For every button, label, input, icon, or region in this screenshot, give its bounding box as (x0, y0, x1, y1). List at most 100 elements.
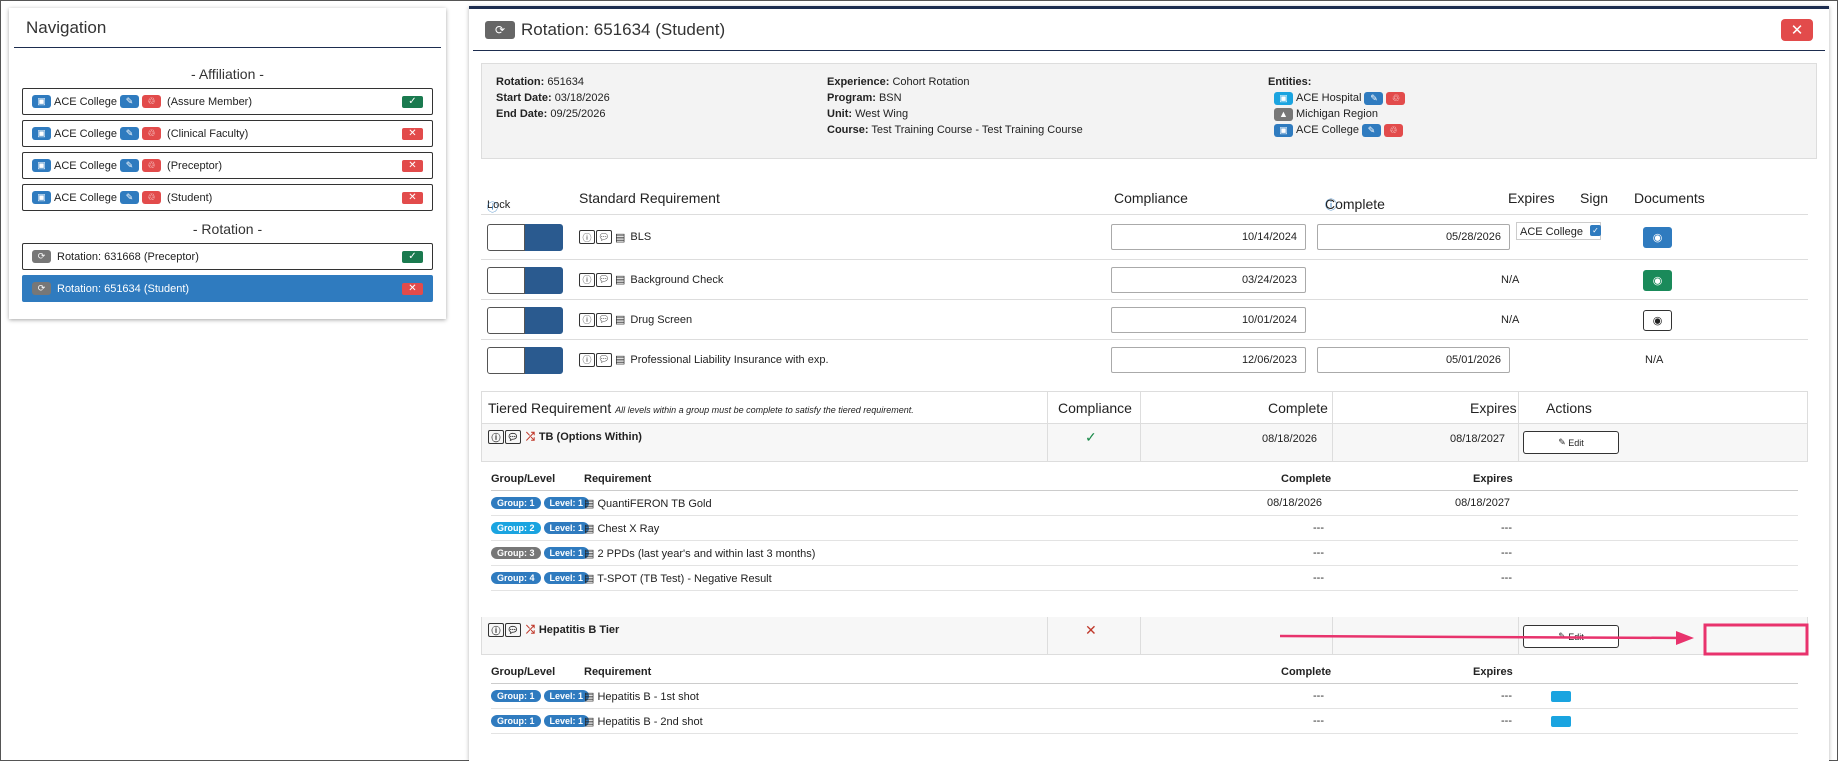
edit-icon[interactable]: ✎ (120, 95, 140, 108)
sub-row: Group: 1 Level: 1 ▤ Hepatitis B - 2nd shot… (491, 709, 1798, 734)
course-value: Test Training Course - Test Training Cou… (871, 124, 1083, 136)
lock-yes-button[interactable] (487, 224, 525, 251)
info-icon[interactable]: ⓘ (487, 199, 498, 215)
sub-complete-header: Complete (1281, 473, 1332, 485)
complete-date-input[interactable]: 12/06/2023 (1111, 346, 1306, 373)
info-icon[interactable]: ⓘ (579, 230, 595, 244)
affiliation-item[interactable]: ▣ ACE College ✎ ♲ (Preceptor) ✕ (22, 152, 433, 179)
sign-checkbox[interactable]: ✓ (1590, 225, 1601, 236)
sub-expires-header: Expires (1473, 473, 1513, 485)
x-icon: ✕ (402, 282, 423, 295)
navigation-title: Navigation (14, 8, 441, 48)
rotation-info-col2: Experience: Cohort Rotation Program: BSN… (827, 74, 1083, 138)
sub-requirement: ▤ T-SPOT (TB Test) - Negative Result (584, 573, 772, 585)
requirement-cell: ⓘ 💬︎ ▤ BLS (579, 230, 651, 244)
upload-document-button[interactable] (1551, 691, 1571, 702)
affiliation-item[interactable]: ▣ ACE College ✎ ♲ (Clinical Faculty) ✕ (22, 120, 433, 147)
documents-value: N/A (1645, 353, 1664, 366)
hospital-icon: ▣ (1274, 91, 1293, 105)
group-pill: Group: 1 (491, 690, 541, 702)
affiliation-item[interactable]: ▣ ACE College ✎ ♲ (Assure Member) ✓ (22, 88, 433, 115)
expires-date-input[interactable]: 05/01/2026 (1317, 346, 1510, 373)
tier-row: ⓘ 💬︎ ⤮ TB (Options Within) ✓ 08/18/2026 08/18/… (481, 424, 1808, 462)
rotation-item[interactable]: ⟳ Rotation: 651634 (Student) ✕ (22, 275, 433, 302)
info-icon[interactable]: ⓘ (579, 352, 595, 367)
info-icon[interactable]: ⓘ (1325, 196, 1337, 213)
complete-date-input[interactable]: 10/14/2024 (1111, 224, 1306, 250)
lock-yes-button[interactable] (487, 306, 525, 334)
info-icon[interactable]: ⓘ (488, 623, 504, 637)
rotation-id: 651634 (547, 76, 585, 88)
info-icon[interactable]: ⓘ (579, 312, 595, 327)
lock-no-button[interactable] (525, 266, 563, 294)
alert-icon[interactable]: ♲ (1384, 123, 1404, 137)
requirement-cell: ⓘ 💬︎ ▤ Professional Liability Insurance wit… (579, 352, 829, 367)
rotation-item[interactable]: ⟳ Rotation: 631668 (Preceptor) ✓ (22, 243, 433, 270)
affiliation-list: ▣ ACE College ✎ ♲ (Assure Member) ✓ ▣ ACE Coll… (9, 88, 446, 211)
comment-icon[interactable]: 💬︎ (505, 430, 521, 444)
sub-complete-header: Complete (1281, 666, 1332, 678)
sign-field: ACE College ✓ (1516, 222, 1601, 240)
edit-icon[interactable]: ✎ (1364, 91, 1384, 105)
alert-icon[interactable]: ♲ (1386, 91, 1406, 105)
lock-yes-button[interactable] (487, 266, 525, 294)
edit-icon[interactable]: ✎ (1362, 123, 1382, 137)
upload-document-button[interactable] (1551, 716, 1571, 727)
comment-icon[interactable]: 💬︎ (596, 230, 612, 244)
lock-no-button[interactable] (525, 306, 563, 334)
lock-no-button[interactable] (525, 346, 563, 374)
rotation-title: Rotation: 651634 (Student) (521, 19, 726, 39)
lock-toggle (487, 224, 563, 251)
end-date: 09/25/2026 (550, 108, 606, 120)
edit-icon[interactable]: ✎ (120, 191, 140, 204)
complete-date-input[interactable]: 03/24/2023 (1111, 266, 1306, 293)
sub-complete: --- (1313, 522, 1324, 534)
lock-no-button[interactable] (525, 224, 563, 251)
unit-label: Unit: (827, 108, 853, 120)
standard-requirement-header: Lock ⓘ Standard Requirement Compliance C… (487, 190, 1705, 215)
affiliation-role: (Assure Member) (167, 95, 253, 108)
sub-requirement: ▤ QuantiFERON TB Gold (584, 498, 712, 510)
eye-icon: ◉ (1652, 274, 1663, 287)
edit-icon[interactable]: ✎ (120, 159, 140, 172)
rotation-label: Rotation: (496, 76, 545, 88)
rotation-refresh-icon: ⟳ (32, 282, 51, 295)
pencil-icon: ✎ (1558, 437, 1566, 447)
edit-button[interactable]: ✎ Edit (1523, 625, 1619, 648)
view-document-button[interactable]: ◉ (1643, 227, 1672, 248)
complete-date-input[interactable]: 10/01/2024 (1111, 306, 1306, 333)
alert-icon[interactable]: ♲ (142, 159, 162, 172)
info-icon[interactable]: ⓘ (488, 430, 504, 444)
info-icon[interactable]: ⓘ (579, 272, 595, 287)
comment-icon[interactable]: 💬︎ (596, 272, 612, 287)
expires-date-input[interactable]: 05/28/2026 (1317, 224, 1510, 250)
view-document-button[interactable]: ◉ (1643, 309, 1672, 331)
comment-icon[interactable]: 💬︎ (505, 623, 521, 637)
shuffle-icon: ⤮ (526, 623, 535, 636)
requirement-header: Requirement (584, 666, 652, 678)
x-icon: ✕ (402, 191, 423, 204)
alert-icon[interactable]: ♲ (142, 127, 162, 140)
document-icon: ▤ (615, 274, 626, 286)
requirement-cell: ⓘ 💬︎ ▤ Background Check (579, 272, 723, 287)
tier-name: Hepatitis B Tier (538, 624, 620, 636)
comment-icon[interactable]: 💬︎ (596, 312, 612, 327)
comment-icon[interactable]: 💬︎ (596, 352, 612, 367)
group-level-header: Group/Level (491, 666, 556, 678)
college-icon: ▣ (32, 191, 51, 204)
alert-icon[interactable]: ♲ (142, 191, 162, 204)
lock-yes-button[interactable] (487, 346, 525, 374)
sub-row: Group: 2 Level: 1 ▤ Chest X Ray --- --- (491, 516, 1798, 541)
alert-icon[interactable]: ♲ (142, 95, 162, 108)
edit-icon[interactable]: ✎ (120, 127, 140, 140)
shuffle-icon: ⤮ (526, 430, 535, 443)
level-pill: Level: 1 (543, 572, 590, 584)
affiliation-item[interactable]: ▣ ACE College ✎ ♲ (Student) ✕ (22, 184, 433, 211)
sub-requirement: ▤ Hepatitis B - 1st shot (584, 691, 699, 703)
view-document-button[interactable]: ◉ (1643, 269, 1672, 291)
close-button[interactable]: ✕ (1781, 18, 1813, 41)
start-date: 03/18/2026 (554, 92, 610, 104)
edit-button[interactable]: ✎ Edit (1523, 431, 1619, 454)
group-pill: Group: 3 (491, 547, 541, 559)
compliance-header: Compliance (1114, 190, 1188, 206)
